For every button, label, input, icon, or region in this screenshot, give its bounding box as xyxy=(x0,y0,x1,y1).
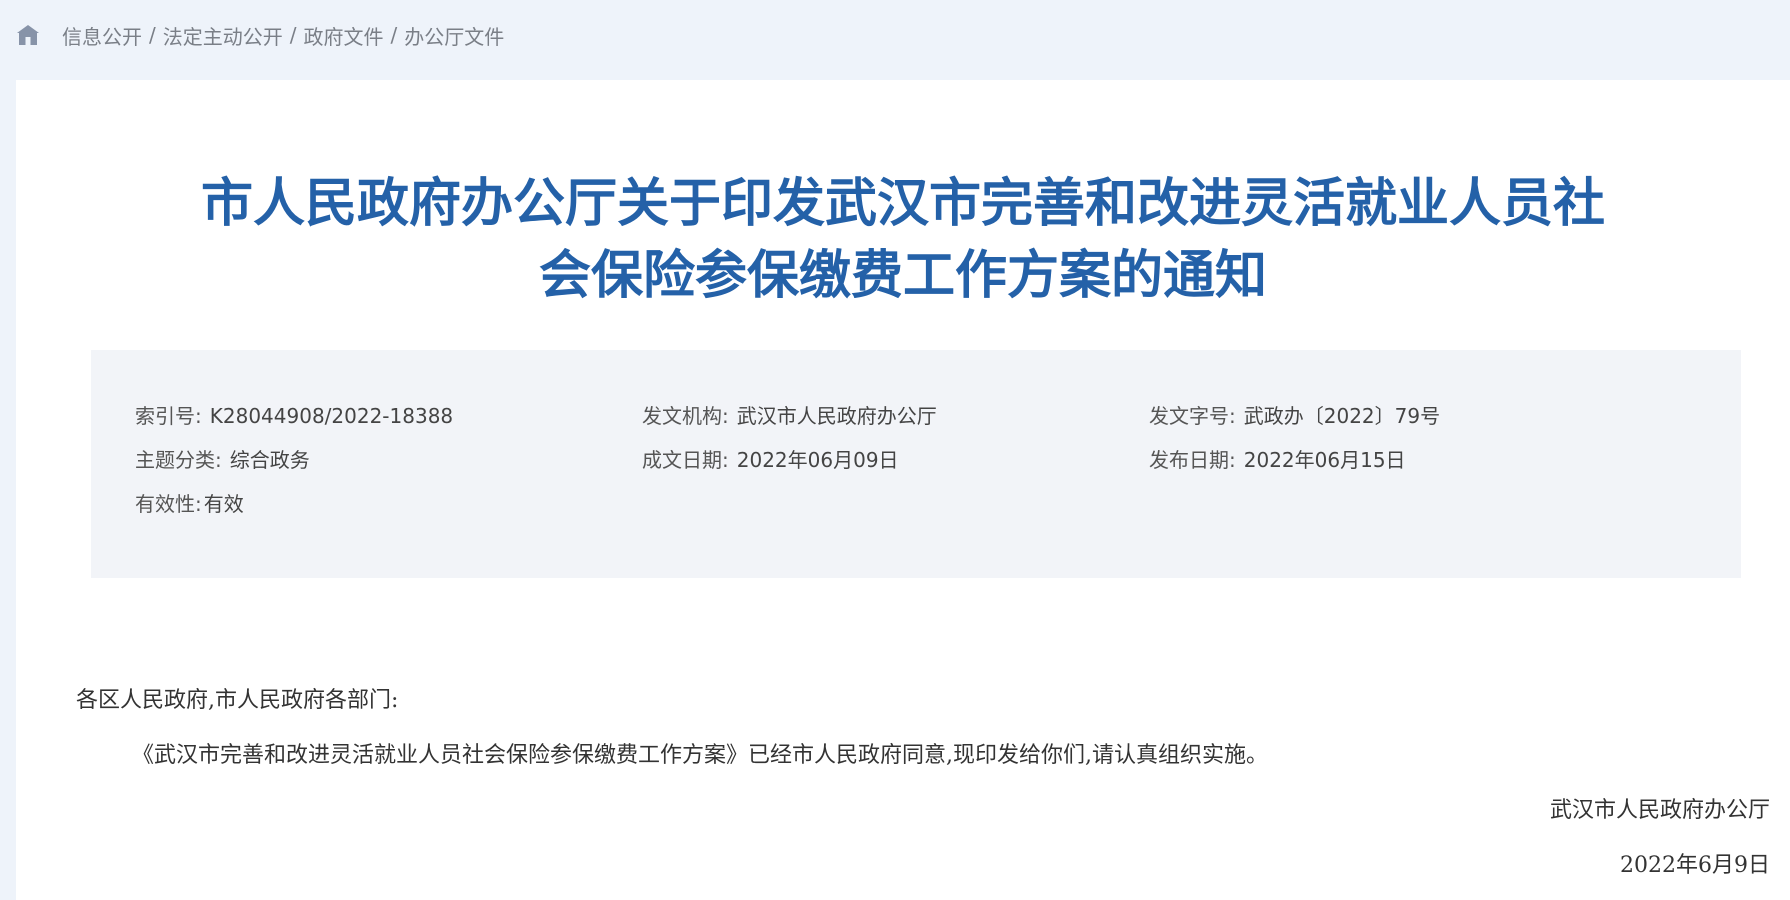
meta-publish-date: 发布日期: 2022年06月15日 xyxy=(1149,447,1406,473)
meta-doc-number: 发文字号: 武政办〔2022〕79号 xyxy=(1149,403,1440,429)
breadcrumb-separator: / xyxy=(149,23,156,47)
meta-index-label: 索引号: xyxy=(135,404,202,428)
document-title-line1: 市人民政府办公厅关于印发武汉市完善和改进灵活就业人员社 xyxy=(200,174,1605,234)
breadcrumb-item-statutory-disclosure[interactable]: 法定主动公开 xyxy=(163,21,283,50)
meta-doc-number-label: 发文字号: xyxy=(1149,404,1236,428)
meta-written-date-value: 2022年06月09日 xyxy=(736,448,899,472)
meta-written-date-label: 成文日期: xyxy=(642,448,729,472)
meta-issuer: 发文机构: 武汉市人民政府办公厅 xyxy=(642,403,937,429)
meta-written-date: 成文日期: 2022年06月09日 xyxy=(642,447,899,473)
breadcrumb: 信息公开 / 法定主动公开 / 政府文件 / 办公厅文件 xyxy=(14,20,504,50)
meta-topic: 主题分类: 综合政务 xyxy=(135,447,310,473)
breadcrumb-separator: / xyxy=(390,23,398,47)
meta-publish-date-label: 发布日期: xyxy=(1149,448,1236,472)
document-signature-org: 武汉市人民政府办公厅 xyxy=(1549,798,1770,823)
breadcrumb-item-info-disclosure[interactable]: 信息公开 xyxy=(62,21,142,50)
meta-topic-value: 综合政务 xyxy=(229,448,310,472)
meta-doc-number-value: 武政办〔2022〕79号 xyxy=(1243,404,1441,428)
breadcrumb-item-government-documents[interactable]: 政府文件 xyxy=(304,21,384,50)
document-salutation: 各区人民政府,市人民政府各部门: xyxy=(76,688,399,713)
document-meta-box: 索引号: K28044908/2022-18388 发文机构: 武汉市人民政府办公厅… xyxy=(91,350,1741,578)
meta-topic-label: 主题分类: xyxy=(135,448,222,472)
document-panel: 市人民政府办公厅关于印发武汉市完善和改进灵活就业人员社 会保险参保缴费工作方案的… xyxy=(16,80,1790,900)
document-title-line2: 会保险参保缴费工作方案的通知 xyxy=(538,246,1267,306)
meta-issuer-label: 发文机构: xyxy=(642,404,729,428)
meta-issuer-value: 武汉市人民政府办公厅 xyxy=(736,404,937,428)
breadcrumb-separator: / xyxy=(289,23,297,47)
breadcrumb-item-office-documents[interactable]: 办公厅文件 xyxy=(404,21,504,50)
home-icon-graphic xyxy=(17,25,39,45)
top-bar: 信息公开 / 法定主动公开 / 政府文件 / 办公厅文件 xyxy=(0,0,1790,80)
document-title: 市人民政府办公厅关于印发武汉市完善和改进灵活就业人员社 会保险参保缴费工作方案的… xyxy=(16,168,1790,312)
meta-validity-value: 有效 xyxy=(203,492,244,516)
meta-validity-label: 有效性: xyxy=(135,492,202,516)
meta-index: 索引号: K28044908/2022-18388 xyxy=(135,403,453,429)
meta-validity: 有效性: 有效 xyxy=(135,491,244,517)
document-paragraph: 《武汉市完善和改进灵活就业人员社会保险参保缴费工作方案》已经市人民政府同意,现印… xyxy=(132,743,1268,768)
document-signature-date: 2022年6月9日 xyxy=(1620,853,1770,878)
home-icon[interactable] xyxy=(14,23,42,47)
meta-publish-date-value: 2022年06月15日 xyxy=(1243,448,1406,472)
meta-index-value: K28044908/2022-18388 xyxy=(209,404,454,428)
